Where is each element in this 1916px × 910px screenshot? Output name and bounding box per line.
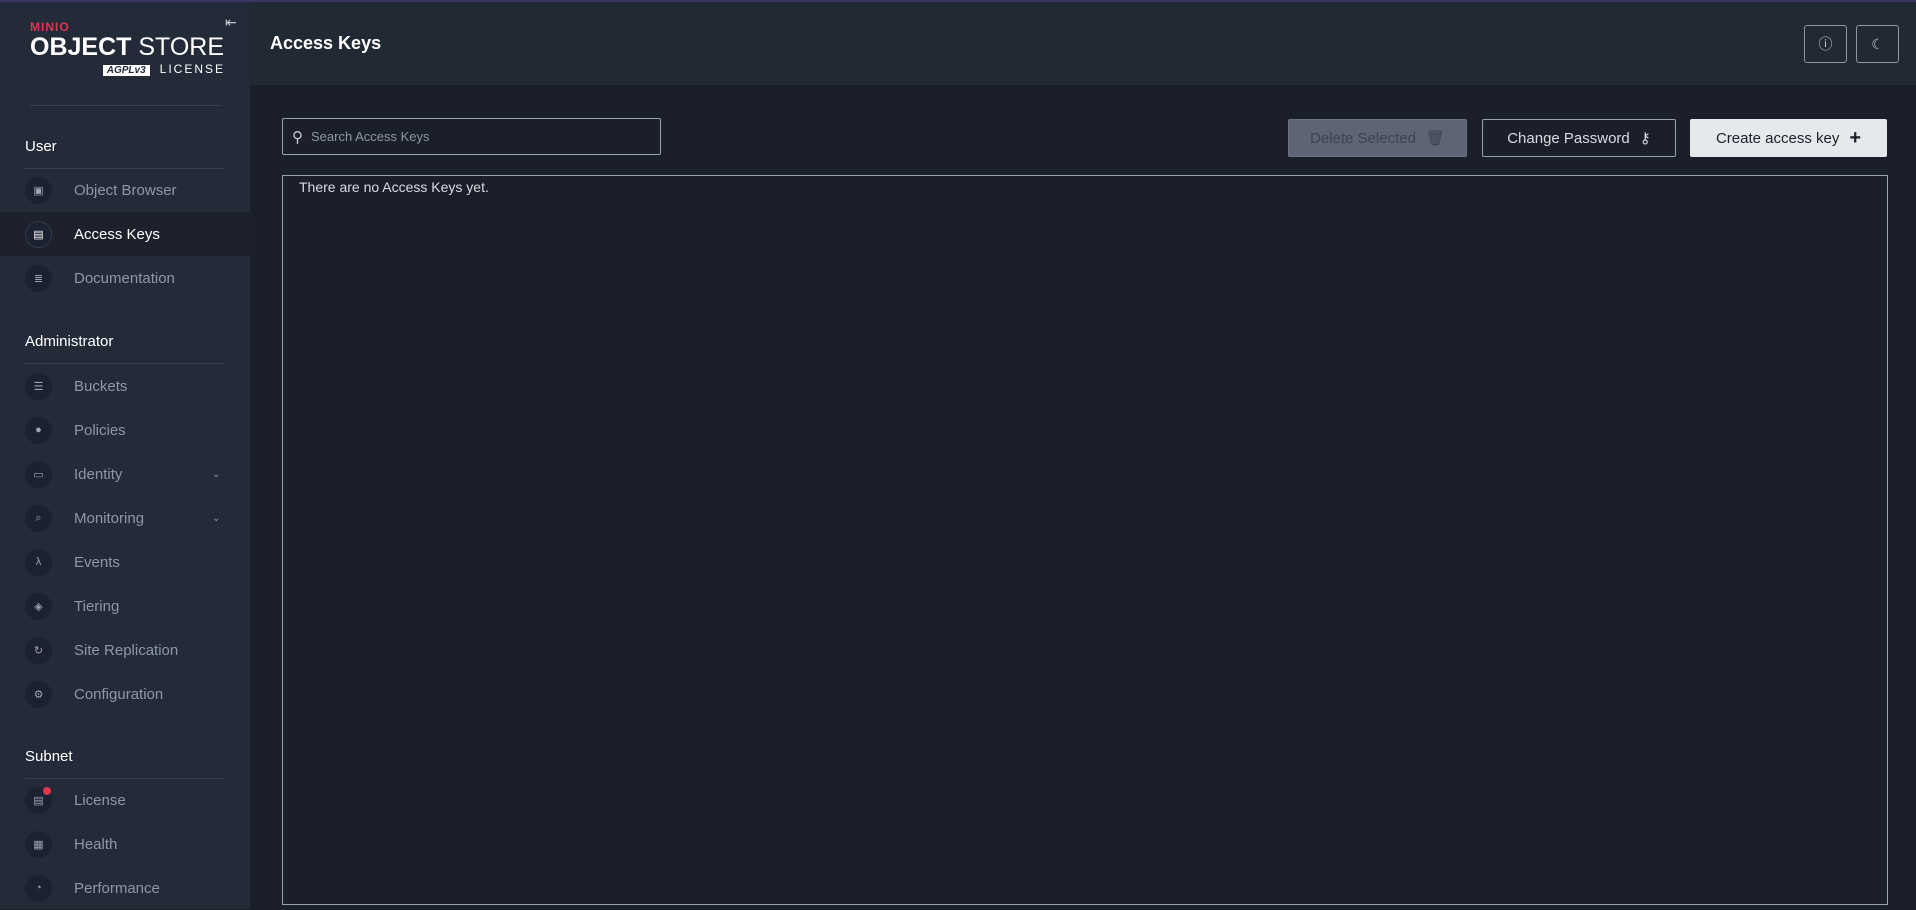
sidebar-item-site-replication[interactable]: ↻ Site Replication bbox=[0, 628, 250, 672]
sidebar-item-documentation[interactable]: ≣ Documentation bbox=[0, 256, 250, 300]
page-title: Access Keys bbox=[270, 33, 382, 53]
sidebar-item-label: Site Replication bbox=[74, 641, 179, 659]
collapse-sidebar-icon[interactable]: ⇤ bbox=[225, 14, 237, 31]
chevron-down-icon[interactable]: ⌄ bbox=[212, 469, 220, 480]
help-button[interactable]: ⓘ bbox=[1804, 25, 1847, 63]
sidebar-item-label: Health bbox=[74, 835, 118, 853]
object-browser-icon: ▣ bbox=[25, 176, 52, 204]
trash-icon: 🗑 bbox=[1425, 130, 1445, 147]
divider bbox=[30, 105, 221, 106]
layers-icon: ◈ bbox=[25, 592, 52, 620]
performance-icon: ◔ bbox=[25, 874, 52, 902]
sidebar-item-label: Object Browser bbox=[74, 181, 177, 199]
sidebar-item-label: Configuration bbox=[74, 685, 164, 703]
sidebar-item-label: Events bbox=[74, 553, 120, 571]
theme-toggle-button[interactable]: ☾ bbox=[1856, 25, 1899, 63]
sidebar: MINIO OBJECT STORE AGPLv3 LICENSE ⇤ User … bbox=[0, 2, 250, 909]
sidebar-item-identity[interactable]: ▭ Identity ⌄ bbox=[0, 452, 250, 496]
license-text: LICENSE bbox=[159, 62, 225, 76]
sidebar-item-label: Monitoring bbox=[74, 509, 145, 527]
button-label: Change Password bbox=[1507, 129, 1630, 147]
sidebar-item-label: Documentation bbox=[74, 269, 175, 287]
access-keys-table: There are no Access Keys yet. bbox=[282, 175, 1888, 905]
sidebar-item-configuration[interactable]: ⚙ Configuration bbox=[0, 672, 250, 716]
sidebar-item-label: License bbox=[74, 791, 126, 809]
empty-message: There are no Access Keys yet. bbox=[299, 179, 489, 195]
section-subnet: Subnet bbox=[25, 748, 73, 765]
key-icon: ⚷ bbox=[1639, 130, 1651, 147]
minio-logo: MINIO OBJECT STORE AGPLv3 LICENSE bbox=[30, 20, 225, 76]
lambda-icon: λ bbox=[25, 548, 52, 576]
sidebar-item-health[interactable]: ▦ Health bbox=[0, 822, 250, 866]
sidebar-item-label: Policies bbox=[74, 421, 126, 439]
lock-icon: ● bbox=[25, 416, 52, 444]
agpl-badge: AGPLv3 bbox=[102, 65, 150, 76]
chevron-down-icon[interactable]: ⌄ bbox=[212, 513, 220, 524]
sidebar-item-monitoring[interactable]: ⌕ Monitoring ⌄ bbox=[0, 496, 250, 540]
sidebar-item-buckets[interactable]: ☰ Buckets bbox=[0, 364, 250, 408]
product-bold: OBJECT bbox=[30, 33, 132, 61]
section-administrator: Administrator bbox=[25, 333, 114, 350]
health-icon: ▦ bbox=[25, 830, 52, 858]
search-input[interactable] bbox=[311, 129, 631, 144]
sidebar-item-tiering[interactable]: ◈ Tiering bbox=[0, 584, 250, 628]
button-label: Create access key bbox=[1715, 129, 1840, 147]
sidebar-item-events[interactable]: λ Events bbox=[0, 540, 250, 584]
access-keys-icon: ▤ bbox=[25, 220, 52, 248]
notification-dot bbox=[43, 786, 51, 795]
sidebar-item-label: Performance bbox=[74, 879, 160, 897]
sidebar-item-policies[interactable]: ● Policies bbox=[0, 408, 250, 452]
sidebar-item-access-keys[interactable]: ▤ Access Keys bbox=[0, 212, 250, 256]
button-label: Delete Selected bbox=[1310, 129, 1416, 147]
license-line: AGPLv3 LICENSE bbox=[30, 62, 225, 76]
sidebar-item-label: Buckets bbox=[74, 377, 128, 395]
replication-icon: ↻ bbox=[25, 636, 52, 664]
search-box[interactable]: ⚲ bbox=[282, 118, 661, 155]
search-icon: ⚲ bbox=[292, 128, 303, 146]
create-access-key-button[interactable]: Create access key + bbox=[1690, 119, 1887, 157]
sidebar-item-label: Identity bbox=[74, 465, 123, 483]
sidebar-item-performance[interactable]: ◔ Performance bbox=[0, 866, 250, 910]
monitoring-icon: ⌕ bbox=[25, 504, 52, 532]
sidebar-item-label: Access Keys bbox=[74, 225, 160, 243]
change-password-button[interactable]: Change Password ⚷ bbox=[1482, 119, 1676, 157]
product-name: OBJECT STORE bbox=[30, 34, 225, 60]
sidebar-item-object-browser[interactable]: ▣ Object Browser bbox=[0, 168, 250, 212]
page-header: Access Keys ⓘ ☾ bbox=[250, 2, 1916, 85]
identity-icon: ▭ bbox=[25, 460, 52, 488]
documentation-icon: ≣ bbox=[25, 264, 52, 292]
section-user: User bbox=[25, 138, 57, 155]
plus-icon: + bbox=[1849, 126, 1862, 149]
product-light: STORE bbox=[138, 33, 225, 61]
sidebar-item-label: Tiering bbox=[74, 597, 120, 615]
sidebar-item-license[interactable]: ▤ License bbox=[0, 778, 250, 822]
bucket-icon: ☰ bbox=[25, 372, 52, 400]
gear-icon: ⚙ bbox=[25, 680, 52, 708]
delete-selected-button[interactable]: Delete Selected 🗑 bbox=[1288, 119, 1467, 157]
moon-icon: ☾ bbox=[1871, 35, 1884, 52]
help-icon: ⓘ bbox=[1818, 36, 1833, 52]
brand-text: MINIO bbox=[30, 20, 70, 34]
license-icon: ▤ bbox=[25, 786, 52, 814]
